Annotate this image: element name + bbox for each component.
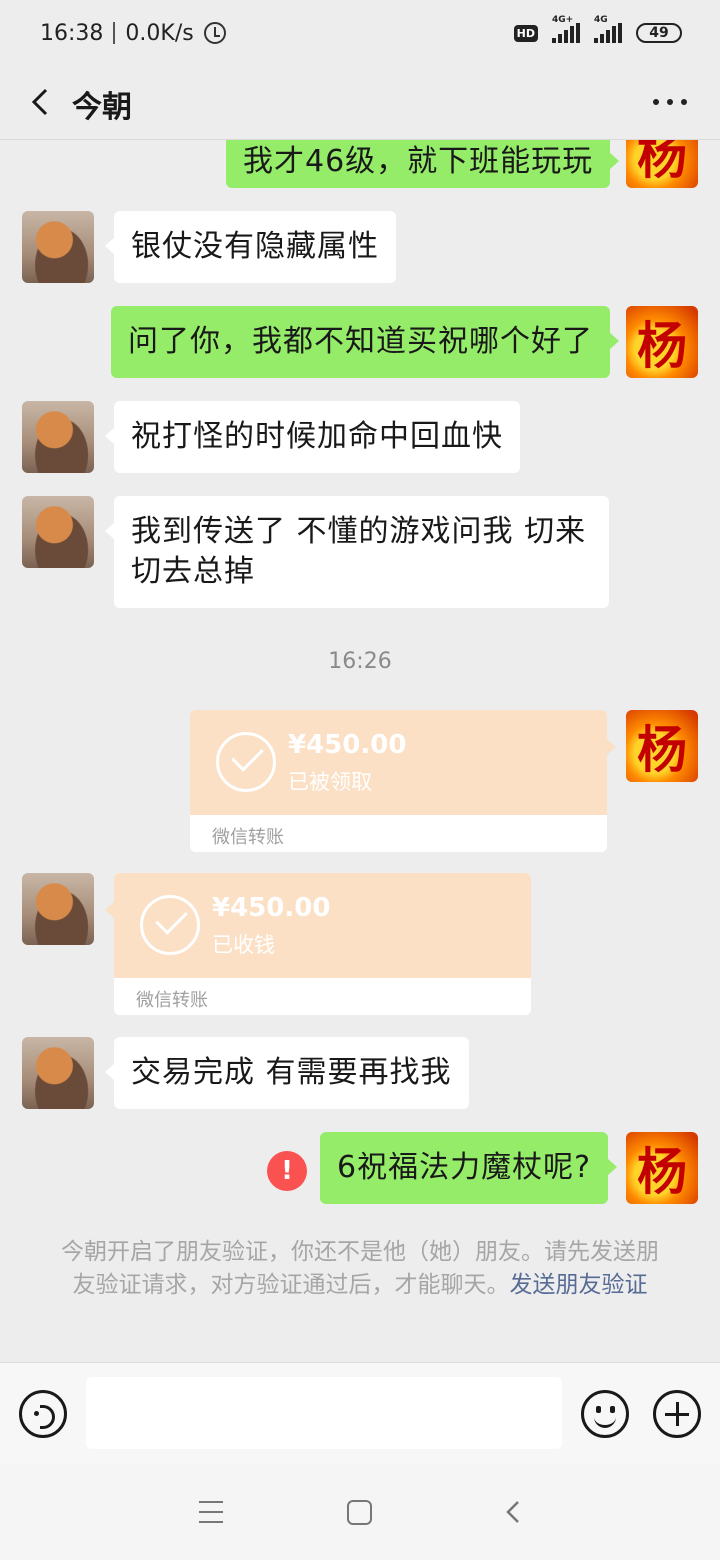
avatar-self[interactable]: 杨 [626, 710, 698, 782]
voice-input-icon[interactable] [19, 1390, 67, 1438]
message-text: 交易完成 有需要再找我 [131, 1055, 452, 1090]
avatar-contact[interactable] [22, 401, 94, 473]
more-actions-plus-icon[interactable] [653, 1390, 701, 1438]
status-bar: 16:38 0.0K/s HD 4G+ 4G 49 [0, 0, 720, 66]
avatar-self-char: 杨 [637, 140, 687, 185]
more-options-icon[interactable] [650, 90, 690, 114]
avatar-self[interactable]: 杨 [626, 140, 698, 188]
signal-4g-icon: 4G [594, 15, 622, 43]
back-arrow-icon[interactable] [24, 84, 60, 120]
status-time: 16:38 [40, 20, 104, 46]
transfer-amount: ¥450.00 [288, 730, 407, 760]
check-circle-icon [140, 895, 200, 955]
message-bubble-received[interactable]: 交易完成 有需要再找我 [105, 1037, 469, 1109]
message-bubble-sent[interactable]: 问了你，我都不知道买祝哪个好了 [111, 306, 619, 378]
message-bubble-received[interactable]: 我到传送了 不懂的游戏问我 切来切去总掉 [105, 496, 609, 608]
recent-apps-icon[interactable] [199, 1501, 223, 1523]
message-text: 祝打怪的时候加命中回血快 [131, 419, 503, 454]
transfer-status: 已被领取 [288, 770, 372, 794]
message-bubble-received[interactable]: 祝打怪的时候加命中回血快 [105, 401, 520, 473]
chat-header: 今朝 [0, 66, 720, 140]
input-bar [0, 1362, 720, 1464]
message-text: 我到传送了 不懂的游戏问我 切来切去总掉 [131, 514, 587, 589]
avatar-self-char: 杨 [637, 1142, 687, 1201]
send-failed-icon[interactable]: ! [267, 1151, 307, 1191]
avatar-contact[interactable] [22, 496, 94, 568]
check-circle-icon [216, 732, 276, 792]
status-net-speed: 0.0K/s [125, 20, 194, 46]
message-bubble-sent[interactable]: 6祝福法力魔杖呢? [320, 1132, 618, 1204]
transfer-card-received[interactable]: ¥450.00 已收钱 微信转账 [105, 873, 531, 1015]
avatar-contact[interactable] [22, 1037, 94, 1109]
hd-badge: HD [513, 24, 538, 42]
avatar-self[interactable]: 杨 [626, 306, 698, 378]
avatar-self[interactable]: 杨 [626, 1132, 698, 1204]
transfer-footer: 微信转账 [190, 815, 607, 852]
transfer-amount: ¥450.00 [212, 893, 331, 923]
friend-verification-notice: 今朝开启了朋友验证，你还不是他（她）朋友。请先发送朋友验证请求，对方验证通过后，… [58, 1236, 662, 1302]
send-verification-link[interactable]: 发送朋友验证 [510, 1272, 648, 1298]
emoji-icon[interactable] [581, 1390, 629, 1438]
alarm-icon [203, 22, 226, 44]
message-text: 银仗没有隐藏属性 [131, 229, 379, 264]
timestamp: 16:26 [328, 649, 392, 674]
transfer-status: 已收钱 [212, 933, 275, 957]
message-bubble-received[interactable]: 银仗没有隐藏属性 [105, 211, 396, 283]
status-left: 16:38 0.0K/s [40, 21, 226, 46]
message-bubble-sent[interactable]: 我才46级，就下班能玩玩 [226, 140, 620, 188]
signal-4g-label: 4G [594, 15, 608, 25]
chat-title: 今朝 [72, 90, 132, 125]
avatar-contact[interactable] [22, 873, 94, 945]
message-text: 6祝福法力魔杖呢? [337, 1150, 592, 1185]
signal-4g-plus-icon: 4G+ [552, 15, 580, 43]
transfer-footer: 微信转账 [114, 978, 531, 1015]
avatar-self-char: 杨 [637, 720, 687, 779]
status-right: HD 4G+ 4G 49 [513, 15, 682, 43]
system-back-icon[interactable] [502, 1500, 526, 1524]
avatar-self-char: 杨 [637, 316, 687, 375]
message-text: 问了你，我都不知道买祝哪个好了 [128, 324, 593, 359]
signal-4g-plus-label: 4G+ [552, 15, 574, 25]
battery-icon: 49 [636, 23, 682, 43]
avatar-contact[interactable] [22, 211, 94, 283]
message-input[interactable] [86, 1377, 562, 1449]
status-separator [113, 22, 116, 44]
system-navigation-bar [0, 1464, 720, 1560]
chat-messages[interactable]: 我才46级，就下班能玩玩 杨 银仗没有隐藏属性 问了你，我都不知道买祝哪个好了 … [0, 140, 720, 1362]
home-icon[interactable] [347, 1500, 372, 1525]
message-text: 我才46级，就下班能玩玩 [243, 144, 594, 179]
transfer-card-sent[interactable]: ¥450.00 已被领取 微信转账 [190, 710, 616, 852]
